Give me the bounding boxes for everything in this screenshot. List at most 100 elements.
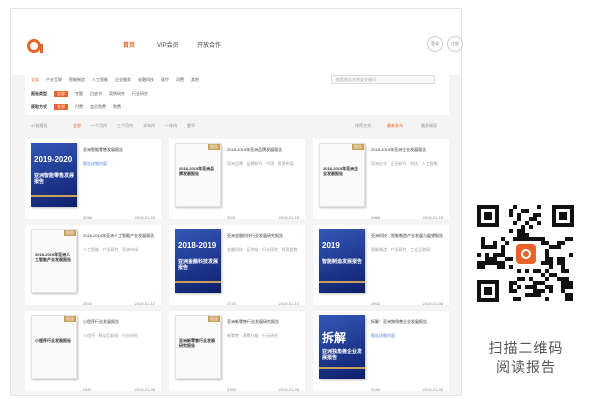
qr-module: [493, 245, 497, 249]
sort-label: 排序方式:: [355, 123, 373, 128]
report-cover[interactable]: 拆解 亚洲独角兽企业发展报告: [319, 315, 365, 379]
filter-option[interactable]: 人工智能: [92, 77, 108, 83]
report-card[interactable]: 2019 智能制造发展报告 亚洲科技：智能制造产业发展与展望报告 智能制造 · 产业研…: [313, 225, 449, 306]
qr-finder-icon: [552, 205, 574, 227]
report-tags: 智能制造 · 产业研究 · 工业互联网: [371, 247, 431, 252]
sort-latest[interactable]: 最新发布: [387, 123, 403, 129]
filter-option[interactable]: 智能制造: [69, 77, 85, 83]
report-cover[interactable]: 报告 亚洲新零售行业发展研究报告: [175, 315, 221, 379]
filter-option[interactable]: 全部: [54, 104, 68, 110]
report-card[interactable]: 报告 小程序行业发展报告 小程序行业发展报告 小程序 · 移动互联网 · 行业研究 24…: [25, 311, 161, 392]
time-filter-option[interactable]: 半年内: [143, 123, 155, 128]
qr-module: [517, 285, 521, 289]
sort-popular[interactable]: 最多阅读: [421, 123, 437, 129]
cover-title: 亚洲新零售行业发展研究报告: [179, 338, 215, 348]
filter-option[interactable]: 全部: [31, 77, 39, 83]
cover-title: 2018-2019年亚洲企业发展报告: [323, 166, 359, 176]
download-count: 2603: [371, 301, 380, 306]
filter-option[interactable]: 案例研究: [109, 91, 125, 97]
register-button[interactable]: 注册: [447, 36, 463, 52]
report-cover[interactable]: 2018-2019 亚洲金融科技发展报告: [175, 229, 221, 293]
report-card[interactable]: 报告 亚洲新零售行业发展研究报告 亚洲新零售行业发展研究报告 新零售 · 消费升级 ·…: [169, 311, 305, 392]
report-cover[interactable]: 报告 2018-2019年亚洲品牌发展报告: [175, 143, 221, 207]
report-card[interactable]: 报告 2018-2019年亚洲人工智能产业发展报告 2018-2019年亚洲人工智能…: [25, 225, 161, 306]
brand-logo-icon[interactable]: [27, 39, 43, 53]
download-count: 3256: [83, 215, 92, 220]
time-filter-group: 全部 一个月内 三个月内 半年内 一年内 更早: [73, 123, 205, 129]
report-tags[interactable]: 报告详细内容: [371, 333, 443, 339]
filter-option[interactable]: 免费: [113, 104, 121, 110]
report-title[interactable]: 拆解：亚洲独角兽企业发展报告: [371, 319, 443, 324]
report-title[interactable]: 亚洲新零售行业发展研究报告: [227, 319, 299, 324]
time-filter-option[interactable]: 一个月内: [91, 123, 107, 128]
publish-date: 2019-01-20: [134, 215, 155, 220]
cover-title: 2018-2019年亚洲人工智能产业发展报告: [35, 252, 71, 262]
report-card[interactable]: 2018-2019 亚洲金融科技发展报告 亚洲金融科技行业发展研究报告 金融科技 · …: [169, 225, 305, 306]
report-title[interactable]: 2018-2019年亚洲人工智能产业发展报告: [83, 233, 155, 238]
time-filter-option[interactable]: 更早: [187, 123, 195, 128]
qr-caption-line2: 阅读报告: [496, 359, 556, 375]
report-tags: 小程序 · 移动互联网 · 行业研究: [83, 333, 139, 338]
qr-module: [557, 245, 561, 249]
report-title[interactable]: 小程序行业发展报告: [83, 319, 155, 324]
cover-year: 2019: [322, 241, 340, 250]
filter-option[interactable]: 付费: [75, 104, 83, 110]
filter-option[interactable]: 行业研究: [132, 91, 148, 97]
filter-option[interactable]: 白皮书: [90, 91, 102, 97]
nav-home[interactable]: 首页: [123, 40, 135, 49]
report-title[interactable]: 亚洲智能零售发展报告: [83, 147, 155, 152]
filter-option[interactable]: 其他: [191, 77, 199, 83]
nav-cooperation[interactable]: 开放合作: [197, 40, 221, 49]
sort-bar: 47份报告 全部 一个月内 三个月内 半年内 一年内 更早 排序方式: 最新发布 最多阅读: [25, 119, 449, 133]
browser-screenshot: ​ ​ 首页 VIP会员 开放合作 登录 注册 全部 产业互联 智能制造 人工智能 企业…: [10, 8, 463, 396]
filter-panel: 全部 产业互联 智能制造 人工智能 企业服务 金融科技 医疗 消费 其他 搜索报告名称或关键词 …: [25, 71, 449, 115]
login-button[interactable]: 登录: [427, 36, 443, 52]
filter-option[interactable]: 消费: [176, 77, 184, 83]
time-filter-option[interactable]: 三个月内: [117, 123, 133, 128]
filter-option[interactable]: 金融科技: [138, 77, 154, 83]
report-card[interactable]: 2019-2020 亚洲智能零售发展报告 亚洲智能零售发展报告 报告详细内容 3256 2…: [25, 139, 161, 220]
filter-option[interactable]: 专题: [75, 91, 83, 97]
qr-module: [545, 297, 549, 301]
filter-option[interactable]: 全部: [54, 91, 68, 97]
report-tags: 人工智能 · 产业研究 · 亚洲市场: [83, 247, 139, 252]
filter-row-industry: 全部 产业互联 智能制造 人工智能 企业服务 金融科技 医疗 消费 其他: [31, 77, 206, 85]
publish-date: 2019-01-15: [422, 215, 443, 220]
filter-option[interactable]: 医疗: [161, 77, 169, 83]
qr-module: [513, 289, 517, 293]
filter-option[interactable]: 产业互联: [46, 77, 62, 83]
report-title[interactable]: 亚洲科技：智能制造产业发展与展望报告: [371, 233, 443, 238]
filter-option[interactable]: 会员免费: [90, 104, 106, 110]
cover-stripe: [319, 281, 365, 283]
cover-title: 亚洲金融科技发展报告: [178, 259, 219, 271]
report-title[interactable]: 亚洲金融科技行业发展研究报告: [227, 233, 299, 238]
qr-module: [537, 213, 541, 217]
qr-module: [541, 289, 545, 293]
filter-row-access: 获取方式 全部 付费 会员免费 免费: [31, 104, 128, 112]
cover-stripe: [319, 367, 365, 369]
filter-label: 报告类型: [31, 91, 47, 96]
qr-module: [549, 265, 553, 269]
nav-vip[interactable]: VIP会员: [157, 40, 179, 49]
cover-title: 亚洲智能零售发展报告: [34, 173, 75, 185]
report-cover[interactable]: 报告 小程序行业发展报告: [31, 315, 77, 379]
qr-module: [525, 209, 529, 213]
report-title[interactable]: 2018-2019年亚洲品牌发展报告: [227, 147, 299, 152]
report-title[interactable]: 2018-2019年亚洲企业发展报告: [371, 147, 443, 152]
time-filter-option[interactable]: 一年内: [165, 123, 177, 128]
qr-module: [569, 237, 573, 241]
qr-module: [569, 285, 573, 289]
report-cover[interactable]: 报告 2018-2019年亚洲企业发展报告: [319, 143, 365, 207]
filter-option[interactable]: 企业服务: [115, 77, 131, 83]
report-card[interactable]: 拆解 亚洲独角兽企业发展报告 拆解：亚洲独角兽企业发展报告 报告详细内容 2248 201…: [313, 311, 449, 392]
qr-module: [513, 205, 517, 209]
report-card[interactable]: 报告 2018-2019年亚洲企业发展报告 2018-2019年亚洲企业发展报告 亚洲…: [313, 139, 449, 220]
report-card[interactable]: 报告 2018-2019年亚洲品牌发展报告 2018-2019年亚洲品牌发展报告 亚洲…: [169, 139, 305, 220]
report-tags[interactable]: 报告详细内容: [83, 161, 155, 167]
report-cover[interactable]: 2019-2020 亚洲智能零售发展报告: [31, 143, 77, 207]
report-cover[interactable]: 2019 智能制造发展报告: [319, 229, 365, 293]
search-input[interactable]: 搜索报告名称或关键词: [331, 75, 435, 84]
time-filter-option[interactable]: 全部: [73, 123, 81, 128]
qr-module: [505, 241, 509, 245]
report-cover[interactable]: 报告 2018-2019年亚洲人工智能产业发展报告: [31, 229, 77, 293]
